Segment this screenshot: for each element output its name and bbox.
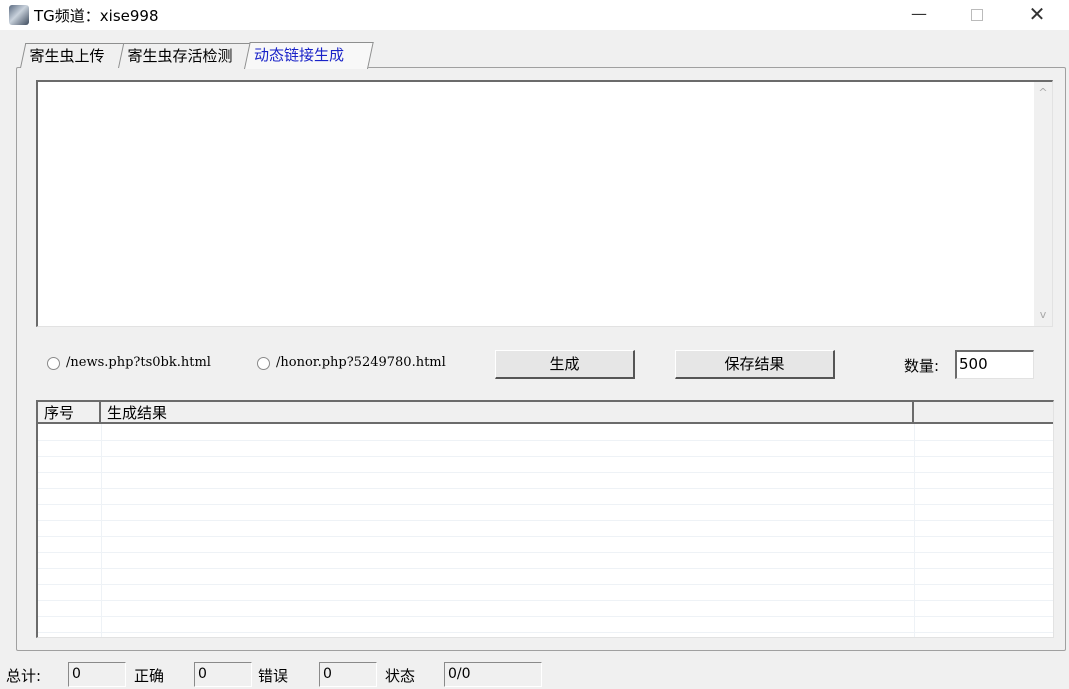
- maximize-icon: [971, 9, 983, 21]
- quantity-input[interactable]: 500: [955, 350, 1034, 379]
- listview-header: 序号 生成结果: [38, 402, 1053, 424]
- app-icon: [9, 5, 29, 25]
- column-header-result[interactable]: 生成结果: [101, 402, 914, 422]
- close-button[interactable]: ✕: [1008, 0, 1066, 30]
- tab-dynamic-link-generate[interactable]: 动态链接生成: [244, 42, 374, 69]
- status-value: 0/0: [444, 662, 542, 687]
- tab-parasite-alive-check[interactable]: 寄生虫存活检测: [118, 43, 260, 68]
- results-listview[interactable]: 序号 生成结果: [36, 400, 1054, 638]
- title-bar: TG频道：xise998 — ✕: [0, 0, 1069, 30]
- total-label: 总计:: [6, 667, 42, 685]
- total-value: 0: [68, 662, 126, 687]
- chevron-up-icon[interactable]: ^: [1034, 84, 1052, 102]
- error-label: 错误: [258, 667, 289, 685]
- table-row: [38, 473, 1053, 489]
- table-row: [38, 489, 1053, 505]
- table-row: [38, 441, 1053, 457]
- table-row: [38, 537, 1053, 553]
- table-row: [38, 521, 1053, 537]
- option-honor-radio[interactable]: [257, 357, 270, 370]
- table-row: [38, 585, 1053, 601]
- correct-value: 0: [194, 662, 252, 687]
- quantity-label: 数量:: [904, 357, 940, 375]
- tab-label: 寄生虫上传: [29, 47, 105, 65]
- table-row: [38, 617, 1053, 633]
- generate-button[interactable]: 生成: [495, 350, 635, 379]
- option-news-label[interactable]: /news.php?ts0bk.html: [66, 355, 211, 370]
- table-row: [38, 457, 1053, 473]
- option-honor-label[interactable]: /honor.php?5249780.html: [276, 355, 446, 370]
- table-row: [38, 553, 1053, 569]
- correct-label: 正确: [134, 667, 165, 685]
- tab-parasite-upload[interactable]: 寄生虫上传: [20, 43, 134, 68]
- status-label: 状态: [385, 667, 416, 685]
- table-row: [38, 505, 1053, 521]
- chevron-down-icon[interactable]: v: [1034, 306, 1052, 324]
- option-news-radio[interactable]: [47, 357, 60, 370]
- window-title: TG频道：xise998: [34, 7, 159, 25]
- column-header-extra[interactable]: [914, 402, 1053, 422]
- tab-label: 动态链接生成: [253, 46, 344, 64]
- vertical-scrollbar[interactable]: ^ v: [1034, 82, 1052, 326]
- column-header-index[interactable]: 序号: [38, 402, 101, 422]
- error-value: 0: [319, 662, 377, 687]
- minimize-button[interactable]: —: [890, 0, 948, 30]
- maximize-button[interactable]: [948, 0, 1006, 30]
- table-row: [38, 601, 1053, 617]
- table-row: [38, 425, 1053, 441]
- save-result-button[interactable]: 保存结果: [675, 350, 835, 379]
- input-textarea[interactable]: ^ v: [36, 80, 1053, 327]
- tab-label: 寄生虫存活检测: [127, 47, 233, 65]
- table-row: [38, 569, 1053, 585]
